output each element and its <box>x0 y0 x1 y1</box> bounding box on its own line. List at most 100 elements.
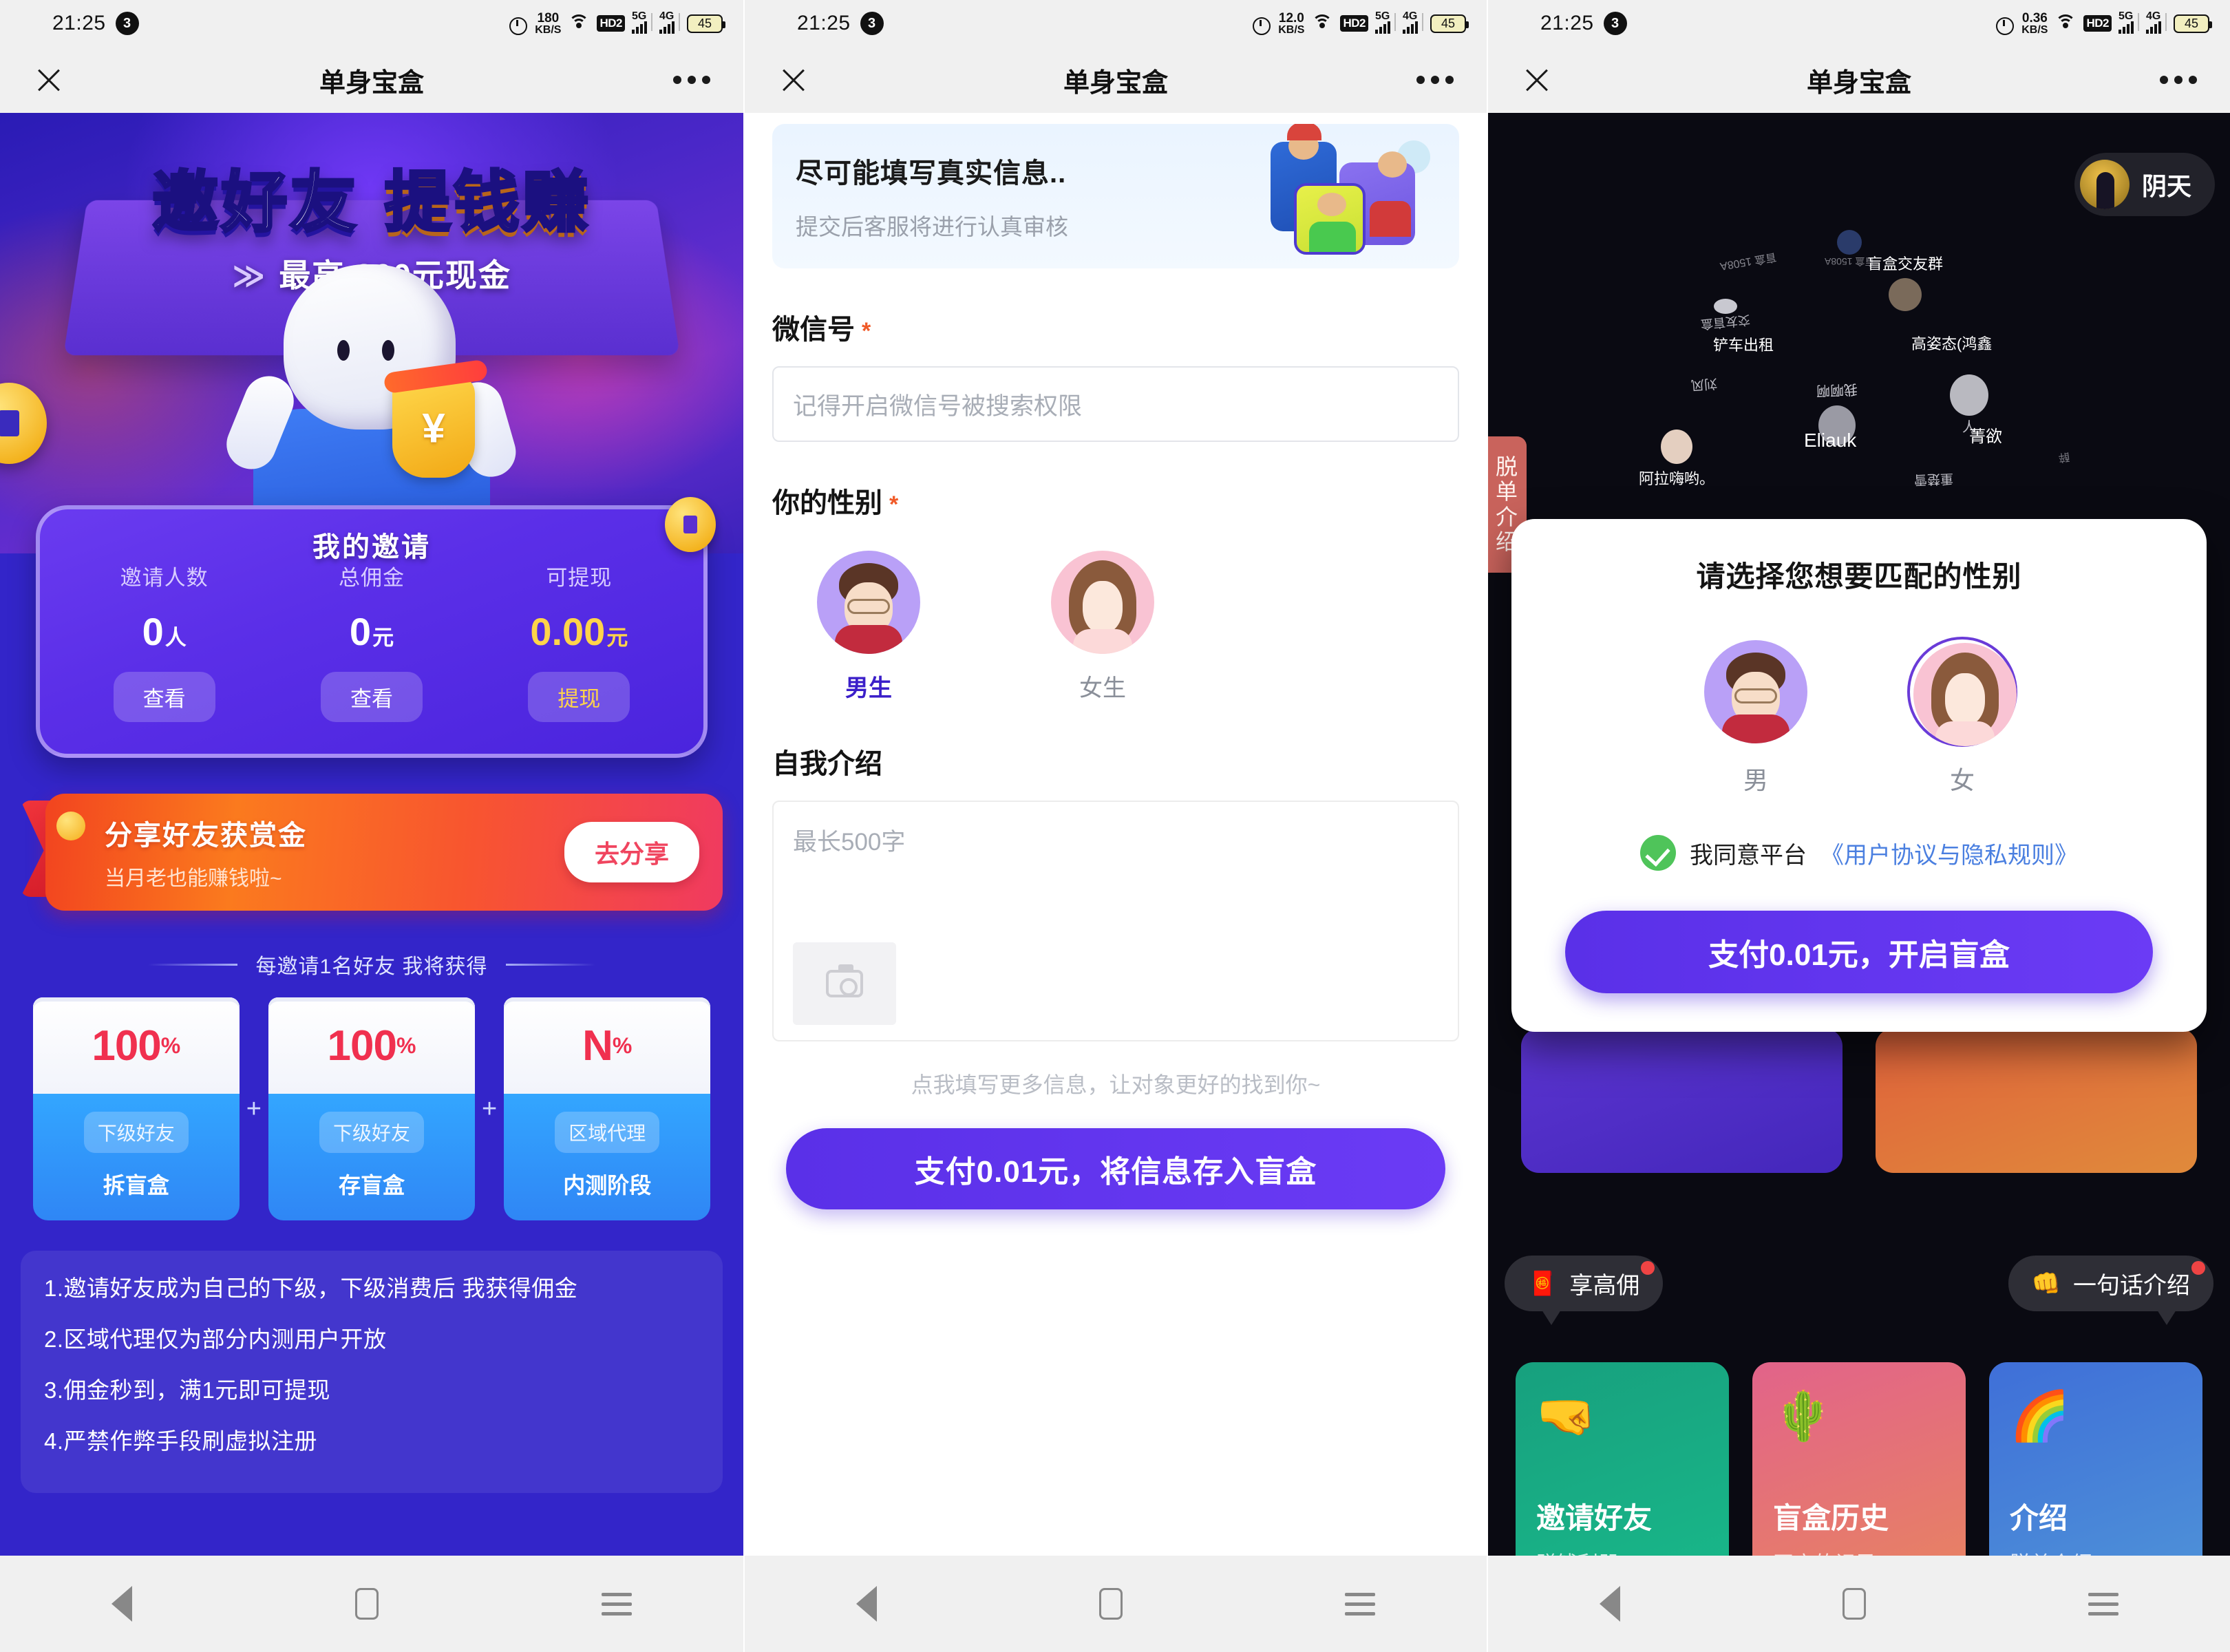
intro-field-label: 自我介绍 <box>772 741 1459 781</box>
battery-icon: 45 <box>2174 14 2209 33</box>
more-options-icon[interactable] <box>2160 76 2197 84</box>
photo-upload-button[interactable] <box>793 942 896 1025</box>
bubble-high-commission[interactable]: 🧧 享高佣 <box>1505 1256 1663 1311</box>
withdraw-button[interactable]: 提现 <box>528 672 630 722</box>
network-speed: 0.36 KB/S <box>2021 12 2048 36</box>
coin-decoration <box>0 383 47 464</box>
notice-subtitle: 提交后客服将进行认真审核 <box>796 209 1271 242</box>
tile-blindbox-history[interactable]: 🌵 盲盒历史 开启的记录 <box>1752 1362 1966 1556</box>
back-icon[interactable] <box>1600 1586 1620 1622</box>
sphere-node[interactable]: 刘风 <box>1691 376 1717 394</box>
sphere-node[interactable]: 重楚雪 <box>1914 471 1953 489</box>
alarm-icon <box>1251 13 1271 34</box>
share-banner-wrap[interactable]: 分享好友获赏金 当月老也能赚钱啦~ 去分享 <box>21 794 723 911</box>
signal-4g-icon: 4G <box>1403 13 1423 34</box>
weather-widget[interactable]: 阴天 <box>2074 153 2215 216</box>
home-icon[interactable] <box>1099 1588 1123 1620</box>
modal-pay-button[interactable]: 支付0.01元，开启盲盒 <box>1565 911 2153 993</box>
gender-selector: 男生 女生 <box>772 551 1459 703</box>
go-share-button[interactable]: 去分享 <box>564 822 699 882</box>
gender-option-female[interactable]: 女生 <box>1041 551 1165 703</box>
required-marker: * <box>862 318 871 344</box>
sphere-node[interactable]: 阿拉嗨哟。 <box>1639 430 1714 489</box>
network-speed: 12.0 KB/S <box>1278 12 1304 36</box>
sphere-node[interactable]: 醉 <box>2059 450 2070 467</box>
female-avatar-ring <box>1907 637 2017 747</box>
percent-card-tag: 下级好友 <box>319 1112 424 1153</box>
tile-invite-friends[interactable]: 🤜 邀请好友 赚钱利器 <box>1516 1362 1729 1556</box>
rule-item: 3.佣金秒到，满1元即可提现 <box>44 1377 699 1404</box>
rule-item: 2.区域代理仅为部分内测用户开放 <box>44 1326 699 1353</box>
screen-discover: 21:25 3 0.36 KB/S HD2 5G 4G 45 单身宝盒 阴天 盲… <box>1487 0 2230 1652</box>
percent-card-bottom: 区域代理 内测阶段 <box>504 1094 710 1220</box>
status-notification-badge: 3 <box>116 12 139 35</box>
male-avatar-icon <box>817 551 920 654</box>
user-name: 铲车出租 <box>1713 333 1774 355</box>
sphere-node[interactable]: 交友盲盒 <box>1701 299 1750 332</box>
tile-texts: 邀请好友 赚钱利器 <box>1536 1495 1708 1556</box>
alarm-icon <box>507 13 528 34</box>
percent-card-top: 100% <box>268 997 475 1094</box>
back-icon[interactable] <box>856 1586 877 1622</box>
agreement-link[interactable]: 《用户协议与隐私规则》 <box>1820 836 2078 870</box>
back-icon[interactable] <box>111 1586 132 1622</box>
hero-title: 邀好友 提钱赚 <box>0 149 743 244</box>
sphere-node[interactable]: 盲盒 1508A <box>1720 255 1777 271</box>
red-dot-badge <box>1641 1261 1655 1275</box>
agreement-row[interactable]: 我同意平台 《用户协议与隐私规则》 <box>1542 835 2176 871</box>
page-title: 单身宝盒 <box>0 61 743 99</box>
menu-icon[interactable] <box>1345 1593 1375 1616</box>
modal-gender-female[interactable]: 女 <box>1907 637 2017 796</box>
app-title-bar: 单身宝盒 <box>745 47 1487 113</box>
menu-icon[interactable] <box>2088 1593 2118 1616</box>
intro-textarea[interactable]: 最长500字 <box>772 801 1459 1041</box>
intro-placeholder: 最长500字 <box>793 823 1438 858</box>
user-name: Eliauk <box>1804 430 1856 452</box>
user-name: 我啊啊 <box>1816 381 1858 402</box>
more-options-icon[interactable] <box>673 76 710 84</box>
tile-introduction[interactable]: 🌈 介绍 脱单介绍 <box>1989 1362 2202 1556</box>
hd-icon: HD2 <box>597 15 625 32</box>
sphere-node[interactable]: Eliauk <box>1804 430 1856 452</box>
gender-option-label: 男生 <box>807 669 931 703</box>
network-speed-value: 0.36 <box>2022 11 2048 25</box>
view-invited-button[interactable]: 查看 <box>114 672 215 722</box>
wechat-input[interactable]: 记得开启微信号被搜索权限 <box>772 366 1459 442</box>
home-icon[interactable] <box>355 1588 379 1620</box>
view-commission-button[interactable]: 查看 <box>321 672 423 722</box>
share-banner[interactable]: 分享好友获赏金 当月老也能赚钱啦~ 去分享 <box>45 794 723 911</box>
menu-icon[interactable] <box>602 1593 632 1616</box>
home-icon[interactable] <box>1843 1588 1866 1620</box>
divider-line-right <box>506 964 595 966</box>
more-info-hint[interactable]: 点我填写更多信息，让对象更好的找到你~ <box>772 1068 1459 1099</box>
stat-unit: 元 <box>372 626 394 650</box>
tile-subtitle: 脱单介绍 <box>2010 1547 2182 1556</box>
rules-list: 1.邀请好友成为自己的下级，下级消费后 我获得佣金 2.区域代理仅为部分内测用户… <box>21 1251 723 1493</box>
percent-value: 100 <box>328 1021 396 1070</box>
divider-line-left <box>148 964 237 966</box>
gender-option-male[interactable]: 男生 <box>807 551 931 703</box>
submit-pay-button[interactable]: 支付0.01元，将信息存入盲盒 <box>786 1128 1445 1209</box>
rule-item: 1.邀请好友成为自己的下级，下级消费后 我获得佣金 <box>44 1275 699 1302</box>
female-avatar-icon <box>1051 551 1154 654</box>
more-options-icon[interactable] <box>1416 76 1454 84</box>
wechat-field-label: 微信号 * <box>772 307 1459 347</box>
weather-text: 阴天 <box>2142 167 2191 202</box>
tile-title: 盲盒历史 <box>1773 1495 1945 1537</box>
sphere-node[interactable]: 盲盒交友群 <box>1867 252 1943 311</box>
bubble-one-line-intro[interactable]: 👊 一句话介绍 <box>2008 1256 2213 1311</box>
status-time: 21:25 <box>1540 12 1594 35</box>
fist-icon: 🤜 <box>1536 1388 1708 1445</box>
sphere-node[interactable]: 铲车出租 <box>1713 333 1774 355</box>
sphere-node[interactable]: 菁欲 <box>1969 423 2002 447</box>
hero-title-part2: 提钱赚 <box>385 164 591 241</box>
page-title: 单身宝盒 <box>1488 61 2230 99</box>
checkbox-checked-icon[interactable] <box>1640 835 1676 871</box>
share-texts: 分享好友获赏金 当月老也能赚钱啦~ <box>105 813 564 891</box>
sphere-node[interactable]: 高姿态(鸿鑫 <box>1911 332 1992 354</box>
user-name: 盲盒 1508A <box>1719 250 1778 276</box>
notice-card: 尽可能填写真实信息.. 提交后客服将进行认真审核 <box>772 124 1459 268</box>
red-envelope-icon: 🧧 <box>1528 1270 1557 1298</box>
modal-gender-male[interactable]: 男 <box>1701 637 1811 796</box>
screenshot-root: 21:25 3 180 KB/S HD2 5G 4G 45 单身宝盒 邀好友 提… <box>0 0 2230 1652</box>
